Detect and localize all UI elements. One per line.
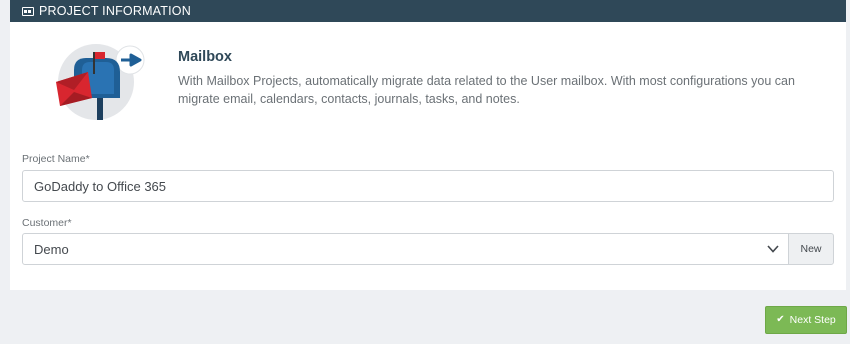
mailbox-icon: [56, 44, 145, 120]
next-step-button[interactable]: ✔ Next Step: [765, 306, 847, 334]
customer-selected-value: Demo: [34, 241, 69, 257]
chevron-down-icon: [767, 245, 779, 253]
panel-header: PROJECT INFORMATION: [10, 0, 846, 22]
project-name-label: Project Name*: [22, 153, 90, 165]
panel-title: PROJECT INFORMATION: [39, 4, 191, 18]
new-customer-button[interactable]: New: [788, 233, 834, 265]
next-step-label: Next Step: [789, 314, 836, 326]
project-type-description: With Mailbox Projects, automatically mig…: [178, 74, 795, 106]
customer-select[interactable]: Demo: [22, 233, 789, 265]
check-icon: ✔: [776, 314, 785, 325]
project-type-title: Mailbox: [178, 49, 232, 65]
customer-label: Customer*: [22, 217, 72, 229]
project-name-input[interactable]: [22, 170, 834, 202]
project-information-panel: PROJECT INFORMATION Mailbox With Mailbox…: [10, 0, 846, 290]
card-icon: [22, 6, 34, 16]
